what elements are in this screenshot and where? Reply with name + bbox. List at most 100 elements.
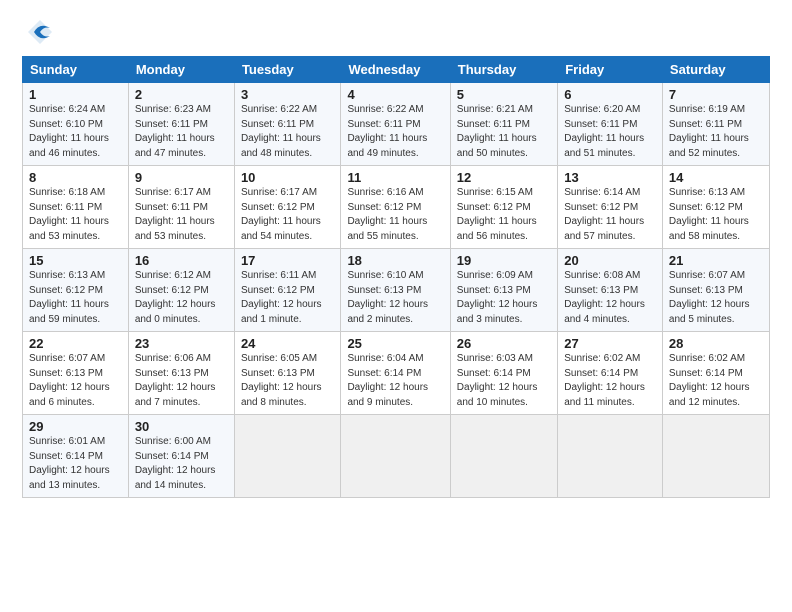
day-number: 3 [241,87,335,102]
calendar-cell: 1 Sunrise: 6:24 AMSunset: 6:10 PMDaylight… [23,83,129,166]
day-info: Sunrise: 6:04 AMSunset: 6:14 PMDaylight:… [347,353,428,408]
day-info: Sunrise: 6:12 AMSunset: 6:12 PMDaylight:… [135,270,216,325]
logo-icon [26,18,54,46]
day-info: Sunrise: 6:00 AMSunset: 6:14 PMDaylight:… [135,436,216,491]
calendar-cell: 10 Sunrise: 6:17 AMSunset: 6:12 PMDayligh… [234,166,341,249]
day-info: Sunrise: 6:07 AMSunset: 6:13 PMDaylight:… [29,353,110,408]
day-number: 29 [29,419,122,434]
day-number: 27 [564,336,656,351]
day-number: 8 [29,170,122,185]
calendar-cell: 22 Sunrise: 6:07 AMSunset: 6:13 PMDayligh… [23,332,129,415]
calendar-cell [662,415,769,498]
calendar-cell: 28 Sunrise: 6:02 AMSunset: 6:14 PMDayligh… [662,332,769,415]
day-info: Sunrise: 6:09 AMSunset: 6:13 PMDaylight:… [457,270,538,325]
calendar-cell: 15Sunrise: 6:13 AMSunset: 6:12 PMDayligh… [23,249,129,332]
day-number: 5 [457,87,551,102]
col-header-saturday: Saturday [662,57,769,83]
day-info: Sunrise: 6:01 AMSunset: 6:14 PMDaylight:… [29,436,110,491]
day-number: 26 [457,336,551,351]
day-info: Sunrise: 6:15 AMSunset: 6:12 PMDaylight:… [457,187,537,242]
day-info: Sunrise: 6:21 AMSunset: 6:11 PMDaylight:… [457,104,537,159]
day-number: 16 [135,253,228,268]
day-info: Sunrise: 6:07 AMSunset: 6:13 PMDaylight:… [669,270,750,325]
day-number: 17 [241,253,335,268]
calendar-cell: 16 Sunrise: 6:12 AMSunset: 6:12 PMDayligh… [128,249,234,332]
day-number: 21 [669,253,763,268]
calendar-cell: 20 Sunrise: 6:08 AMSunset: 6:13 PMDayligh… [558,249,663,332]
day-info: Sunrise: 6:18 AMSunset: 6:11 PMDaylight:… [29,187,109,242]
day-number: 28 [669,336,763,351]
day-number: 13 [564,170,656,185]
day-info: Sunrise: 6:19 AMSunset: 6:11 PMDaylight:… [669,104,749,159]
calendar-cell [341,415,450,498]
day-number: 30 [135,419,228,434]
col-header-thursday: Thursday [450,57,557,83]
calendar-cell: 24 Sunrise: 6:05 AMSunset: 6:13 PMDayligh… [234,332,341,415]
day-number: 4 [347,87,443,102]
calendar-cell: 8 Sunrise: 6:18 AMSunset: 6:11 PMDaylight… [23,166,129,249]
calendar-cell [558,415,663,498]
day-info: Sunrise: 6:22 AMSunset: 6:11 PMDaylight:… [347,104,427,159]
day-info: Sunrise: 6:14 AMSunset: 6:12 PMDaylight:… [564,187,644,242]
calendar-cell: 29 Sunrise: 6:01 AMSunset: 6:14 PMDayligh… [23,415,129,498]
day-info: Sunrise: 6:08 AMSunset: 6:13 PMDaylight:… [564,270,645,325]
day-info: Sunrise: 6:22 AMSunset: 6:11 PMDaylight:… [241,104,321,159]
calendar-cell: 11 Sunrise: 6:16 AMSunset: 6:12 PMDayligh… [341,166,450,249]
day-info: Sunrise: 6:02 AMSunset: 6:14 PMDaylight:… [564,353,645,408]
calendar-cell: 7Sunrise: 6:19 AMSunset: 6:11 PMDaylight… [662,83,769,166]
calendar-cell: 17Sunrise: 6:11 AMSunset: 6:12 PMDayligh… [234,249,341,332]
day-number: 24 [241,336,335,351]
day-number: 11 [347,170,443,185]
page: SundayMondayTuesdayWednesdayThursdayFrid… [0,0,792,612]
day-number: 2 [135,87,228,102]
calendar-cell: 26 Sunrise: 6:03 AMSunset: 6:14 PMDayligh… [450,332,557,415]
calendar-cell: 19 Sunrise: 6:09 AMSunset: 6:13 PMDayligh… [450,249,557,332]
calendar-cell: 9Sunrise: 6:17 AMSunset: 6:11 PMDaylight… [128,166,234,249]
calendar-table: SundayMondayTuesdayWednesdayThursdayFrid… [22,56,770,498]
day-number: 15 [29,253,122,268]
col-header-friday: Friday [558,57,663,83]
calendar-cell: 14 Sunrise: 6:13 AMSunset: 6:12 PMDayligh… [662,166,769,249]
day-number: 19 [457,253,551,268]
day-number: 10 [241,170,335,185]
day-number: 6 [564,87,656,102]
day-info: Sunrise: 6:02 AMSunset: 6:14 PMDaylight:… [669,353,750,408]
day-info: Sunrise: 6:24 AMSunset: 6:10 PMDaylight:… [29,104,109,159]
day-info: Sunrise: 6:17 AMSunset: 6:12 PMDaylight:… [241,187,321,242]
col-header-sunday: Sunday [23,57,129,83]
day-number: 20 [564,253,656,268]
day-info: Sunrise: 6:20 AMSunset: 6:11 PMDaylight:… [564,104,644,159]
calendar-cell [234,415,341,498]
day-info: Sunrise: 6:10 AMSunset: 6:13 PMDaylight:… [347,270,428,325]
calendar-cell: 30 Sunrise: 6:00 AMSunset: 6:14 PMDayligh… [128,415,234,498]
day-info: Sunrise: 6:23 AMSunset: 6:11 PMDaylight:… [135,104,215,159]
day-info: Sunrise: 6:05 AMSunset: 6:13 PMDaylight:… [241,353,322,408]
day-number: 25 [347,336,443,351]
calendar-cell: 25 Sunrise: 6:04 AMSunset: 6:14 PMDayligh… [341,332,450,415]
col-header-monday: Monday [128,57,234,83]
day-number: 22 [29,336,122,351]
col-header-tuesday: Tuesday [234,57,341,83]
day-number: 12 [457,170,551,185]
logo [22,18,54,46]
day-number: 18 [347,253,443,268]
col-header-wednesday: Wednesday [341,57,450,83]
calendar-cell: 4 Sunrise: 6:22 AMSunset: 6:11 PMDaylight… [341,83,450,166]
calendar-cell: 3 Sunrise: 6:22 AMSunset: 6:11 PMDaylight… [234,83,341,166]
header [22,18,770,46]
calendar-cell: 6 Sunrise: 6:20 AMSunset: 6:11 PMDaylight… [558,83,663,166]
day-info: Sunrise: 6:06 AMSunset: 6:13 PMDaylight:… [135,353,216,408]
calendar-cell: 5 Sunrise: 6:21 AMSunset: 6:11 PMDaylight… [450,83,557,166]
day-number: 23 [135,336,228,351]
calendar-cell: 27 Sunrise: 6:02 AMSunset: 6:14 PMDayligh… [558,332,663,415]
calendar-cell: 23 Sunrise: 6:06 AMSunset: 6:13 PMDayligh… [128,332,234,415]
day-info: Sunrise: 6:03 AMSunset: 6:14 PMDaylight:… [457,353,538,408]
day-info: Sunrise: 6:13 AMSunset: 6:12 PMDaylight:… [669,187,749,242]
calendar-cell: 2 Sunrise: 6:23 AMSunset: 6:11 PMDaylight… [128,83,234,166]
day-info: Sunrise: 6:16 AMSunset: 6:12 PMDaylight:… [347,187,427,242]
day-info: Sunrise: 6:17 AMSunset: 6:11 PMDaylight:… [135,187,215,242]
calendar-cell: 12 Sunrise: 6:15 AMSunset: 6:12 PMDayligh… [450,166,557,249]
day-number: 1 [29,87,122,102]
day-number: 14 [669,170,763,185]
calendar-cell: 13 Sunrise: 6:14 AMSunset: 6:12 PMDayligh… [558,166,663,249]
